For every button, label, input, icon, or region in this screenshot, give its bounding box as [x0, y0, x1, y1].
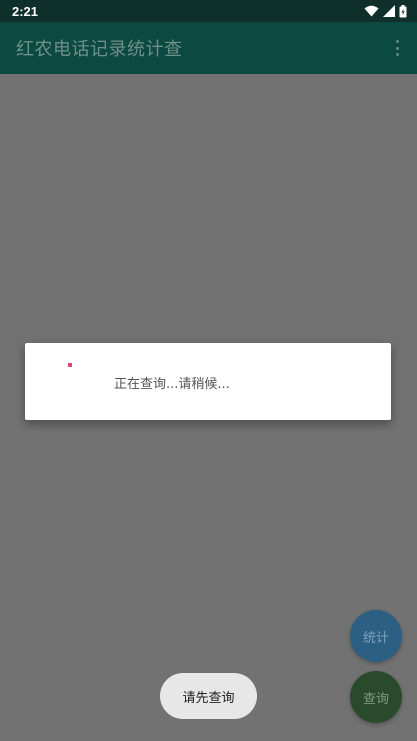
toast: 请先查询: [160, 673, 257, 719]
status-time: 2:21: [12, 3, 39, 19]
status-icons: [364, 4, 407, 18]
cellular-signal-icon: [383, 5, 395, 17]
progress-dialog: 正在查询...请稍候...: [25, 343, 391, 420]
query-fab-label: 查询: [362, 691, 389, 707]
dialog-message: 正在查询...请稍候...: [114, 377, 230, 392]
stats-fab-button[interactable]: 统计: [350, 610, 402, 662]
battery-icon: [399, 4, 407, 17]
stats-fab-label: 统计: [362, 630, 389, 646]
query-fab-button[interactable]: 查询: [350, 671, 402, 723]
wifi-icon: [364, 5, 379, 17]
toast-message: 请先查询: [182, 690, 235, 706]
app-bar: 红农电话记录统计查: [0, 22, 417, 74]
overflow-menu-icon[interactable]: [391, 38, 403, 58]
status-bar: 2:21: [0, 0, 417, 22]
app-title: 红农电话记录统计查: [16, 39, 183, 60]
progress-spinner-icon: [68, 363, 72, 367]
